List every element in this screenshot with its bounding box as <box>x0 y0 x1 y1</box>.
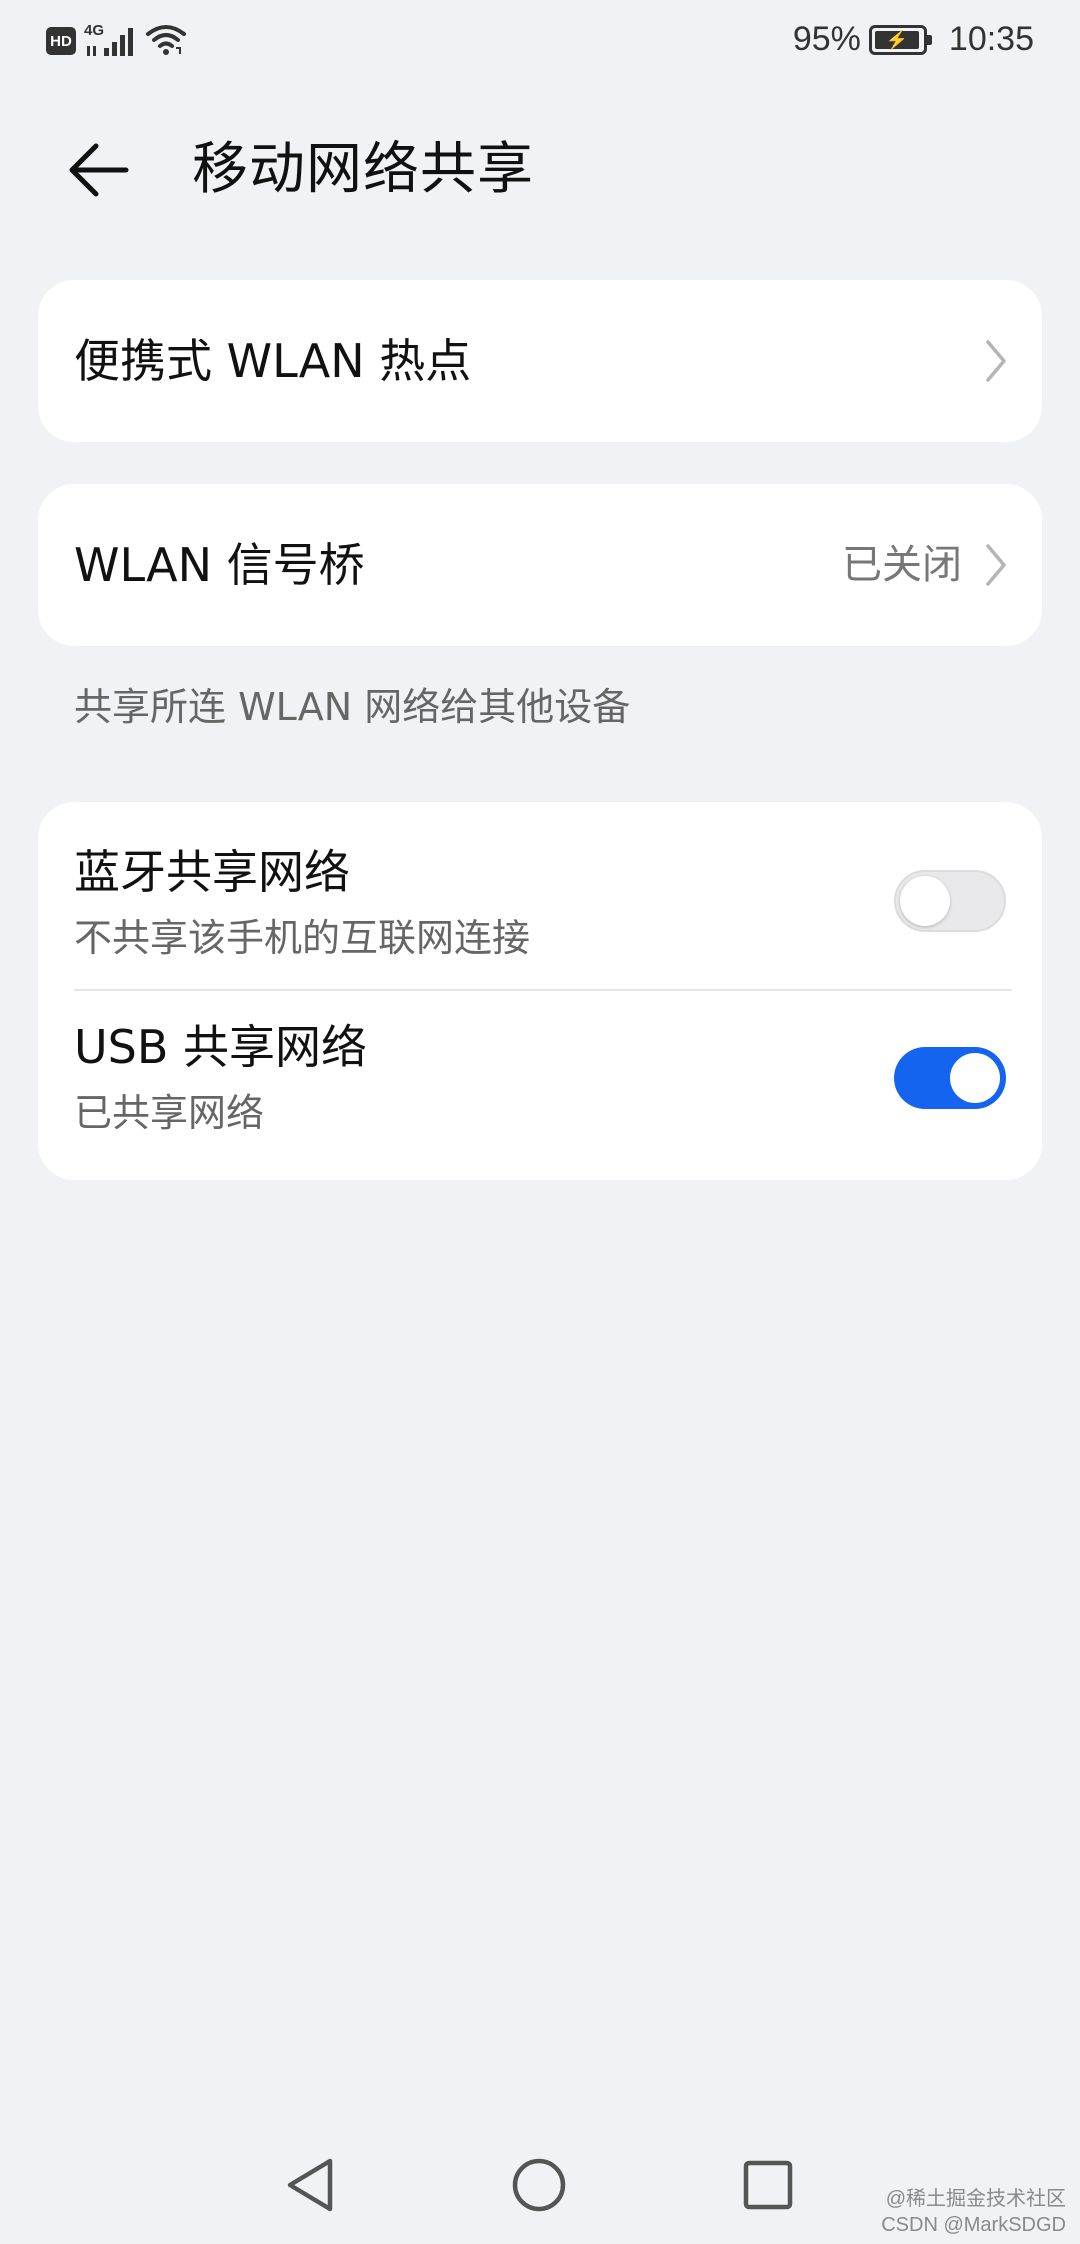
hotspot-card[interactable]: 便携式 WLAN 热点 <box>38 280 1042 442</box>
wlan-bridge-label: WLAN 信号桥 <box>74 538 365 592</box>
signal-icon: 4G <box>84 22 138 58</box>
hotspot-label: 便携式 WLAN 热点 <box>74 334 472 388</box>
watermark: @稀土掘金技术社区 CSDN @MarkSDGD <box>881 2186 1066 2238</box>
status-left: HD 4G <box>46 22 186 60</box>
wlan-bridge-card[interactable]: WLAN 信号桥 已关闭 <box>38 484 1042 646</box>
status-right: 95% ⚡ 10:35 <box>793 20 1034 59</box>
arrow-left-icon <box>69 143 129 197</box>
page-title: 移动网络共享 <box>192 137 534 202</box>
wlan-bridge-status: 已关闭 <box>842 542 962 588</box>
usb-tethering-title: USB 共享网络 <box>74 1020 368 1074</box>
usb-tethering-subtitle: 已共享网络 <box>74 1091 265 1135</box>
clock: 10:35 <box>948 20 1034 58</box>
usb-tethering-switch[interactable] <box>894 1047 1006 1109</box>
bluetooth-tethering-title: 蓝牙共享网络 <box>74 845 350 899</box>
watermark-line-1: @稀土掘金技术社区 <box>885 2188 1066 2210</box>
nav-back-button[interactable] <box>275 2150 345 2220</box>
status-bar: HD 4G 95% ⚡ 10:35 <box>0 0 1080 90</box>
hd-badge: HD <box>46 27 76 55</box>
circle-home-icon <box>512 2158 566 2212</box>
wifi-icon <box>146 22 186 60</box>
square-recents-icon <box>743 2160 793 2210</box>
tethering-card: 蓝牙共享网络 不共享该手机的互联网连接 USB 共享网络 已共享网络 <box>38 802 1042 1180</box>
nav-home-button[interactable] <box>504 2150 574 2220</box>
nav-recents-button[interactable] <box>733 2150 803 2220</box>
app-header: 移动网络共享 <box>0 120 1080 220</box>
chevron-right-icon <box>986 544 1006 586</box>
chevron-right-icon <box>986 340 1006 382</box>
bluetooth-tethering-row[interactable]: 蓝牙共享网络 不共享该手机的互联网连接 <box>38 802 1042 990</box>
back-button[interactable] <box>66 138 146 202</box>
battery-percent: 95% <box>792 20 861 58</box>
bluetooth-tethering-subtitle: 不共享该手机的互联网连接 <box>74 916 531 960</box>
triangle-back-icon <box>287 2158 333 2212</box>
watermark-line-2: CSDN @MarkSDGD <box>881 2214 1066 2236</box>
wlan-bridge-hint: 共享所连 WLAN 网络给其他设备 <box>74 685 631 729</box>
battery-charging-icon: ⚡ <box>868 24 932 55</box>
bluetooth-tethering-switch[interactable] <box>894 870 1006 932</box>
usb-tethering-row[interactable]: USB 共享网络 已共享网络 <box>38 991 1042 1180</box>
